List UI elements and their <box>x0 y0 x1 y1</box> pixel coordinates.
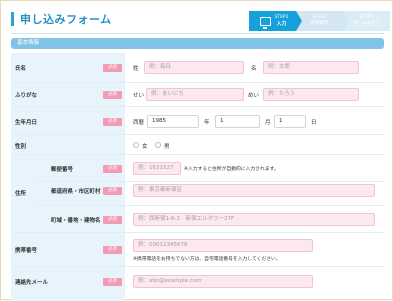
birth-month-input[interactable]: 1 <box>215 115 260 128</box>
label-cell: 生年月日 必須 <box>11 107 125 134</box>
birth-year-input[interactable]: 1985 <box>147 115 199 128</box>
first-name-kana-input[interactable]: 例：たろう <box>263 88 359 101</box>
street-label: 町域・番地・建物名 <box>51 218 101 224</box>
required-badge: 必須 <box>103 246 122 254</box>
section-header: 基本情報 <box>11 38 384 49</box>
postal-code-input[interactable]: 例：1631527 <box>133 162 181 175</box>
female-label: 女 <box>142 144 148 150</box>
year-unit: 年 <box>204 120 210 126</box>
label-cell: 性別 <box>11 135 125 154</box>
form-page: 申し込みフォーム STEP1 入力 STEP2 内容確認 STEP3 申し込み完… <box>0 0 393 301</box>
step-2: STEP2 内容確認 <box>296 11 349 31</box>
address-divider <box>39 205 384 206</box>
day-unit: 日 <box>311 120 317 126</box>
gender-male-radio[interactable] <box>155 142 161 148</box>
phone-label: 携帯番号 <box>15 248 38 254</box>
birthday-label: 生年月日 <box>15 120 38 126</box>
gender-female-radio[interactable] <box>133 142 139 148</box>
phone-input[interactable]: 例：09012345678 <box>133 239 313 252</box>
required-badge: 必須 <box>103 278 122 286</box>
step-indicator: STEP1 入力 STEP2 内容確認 STEP3 申し込み完了 <box>249 11 390 31</box>
name-row: 氏名 必須 姓 例：毎日 名 例：太郎 <box>11 53 384 83</box>
monitor-icon <box>260 16 272 29</box>
era-label: 西暦 <box>133 120 145 126</box>
phone-note: ※携帯電話をお持ちでない方は、自宅電話番号を入力してください。 <box>133 257 281 262</box>
address-divider <box>39 181 384 182</box>
kana-row: ふりがな 必須 せい 例：まいにち めい 例：たろう <box>11 83 384 107</box>
step-3: STEP3 申し込み完了 <box>343 11 390 31</box>
step-2-name: 内容確認 <box>310 21 329 26</box>
mei-label: 名 <box>251 66 257 72</box>
page-title: 申し込みフォーム <box>20 13 112 26</box>
email-row: 連絡先メール 必須 例：abc@example.com <box>11 267 384 301</box>
sei-label: 姓 <box>133 66 139 72</box>
birth-day-input[interactable]: 1 <box>274 115 306 128</box>
label-cell: 連絡先メール 必須 <box>11 267 125 301</box>
email-input[interactable]: 例：abc@example.com <box>133 275 313 288</box>
postal-note: ※入力すると住所が自動的に入力されます。 <box>184 167 279 172</box>
required-badge: 必須 <box>103 64 122 72</box>
title-divider <box>11 33 384 34</box>
email-label: 連絡先メール <box>15 280 49 286</box>
pref-city-input[interactable]: 例：東京都新宿区 <box>133 184 375 197</box>
required-badge: 必須 <box>103 187 122 195</box>
kana-label: ふりがな <box>15 93 38 99</box>
kana-mei-label: めい <box>248 93 260 99</box>
page-title-bar: 申し込みフォーム <box>11 9 251 29</box>
pref-label: 都道府県・市区町村 <box>51 189 101 195</box>
label-cell: ふりがな 必須 <box>11 83 125 106</box>
first-name-input[interactable]: 例：太郎 <box>263 61 359 74</box>
birthday-row: 生年月日 必須 西暦 1985 年 1 月 1 日 <box>11 107 384 135</box>
phone-row: 携帯番号 必須 例：09012345678 ※携帯電話をお持ちでない方は、自宅電… <box>11 233 384 267</box>
name-label: 氏名 <box>15 66 27 72</box>
month-unit: 月 <box>265 120 271 126</box>
street-input[interactable]: 例：西新宿1-6-1 新宿エルタワー27F <box>133 213 375 226</box>
required-badge: 必須 <box>103 91 122 99</box>
label-cell: 携帯番号 必須 <box>11 233 125 266</box>
address-row: 住所 郵便番号 必須 例：1631527 ※入力すると住所が自動的に入力されます… <box>11 155 384 233</box>
gender-row: 性別 女 男 <box>11 135 384 155</box>
step-1: STEP1 入力 <box>249 11 302 31</box>
required-badge: 必須 <box>103 118 122 126</box>
title-accent-bar <box>11 12 14 26</box>
address-label: 住所 <box>15 191 27 197</box>
required-badge: 必須 <box>103 165 122 173</box>
postal-label: 郵便番号 <box>51 167 74 173</box>
kana-sei-label: せい <box>133 93 145 99</box>
male-label: 男 <box>164 144 170 150</box>
label-cell: 住所 <box>11 155 39 232</box>
step-3-name: 申し込み完了 <box>353 21 380 26</box>
label-cell: 氏名 必須 <box>11 53 125 82</box>
gender-label: 性別 <box>15 144 27 150</box>
required-badge: 必須 <box>103 216 122 224</box>
last-name-input[interactable]: 例：毎日 <box>144 61 244 74</box>
last-name-kana-input[interactable]: 例：まいにち <box>146 88 244 101</box>
step-1-name: 入力 <box>276 21 287 27</box>
